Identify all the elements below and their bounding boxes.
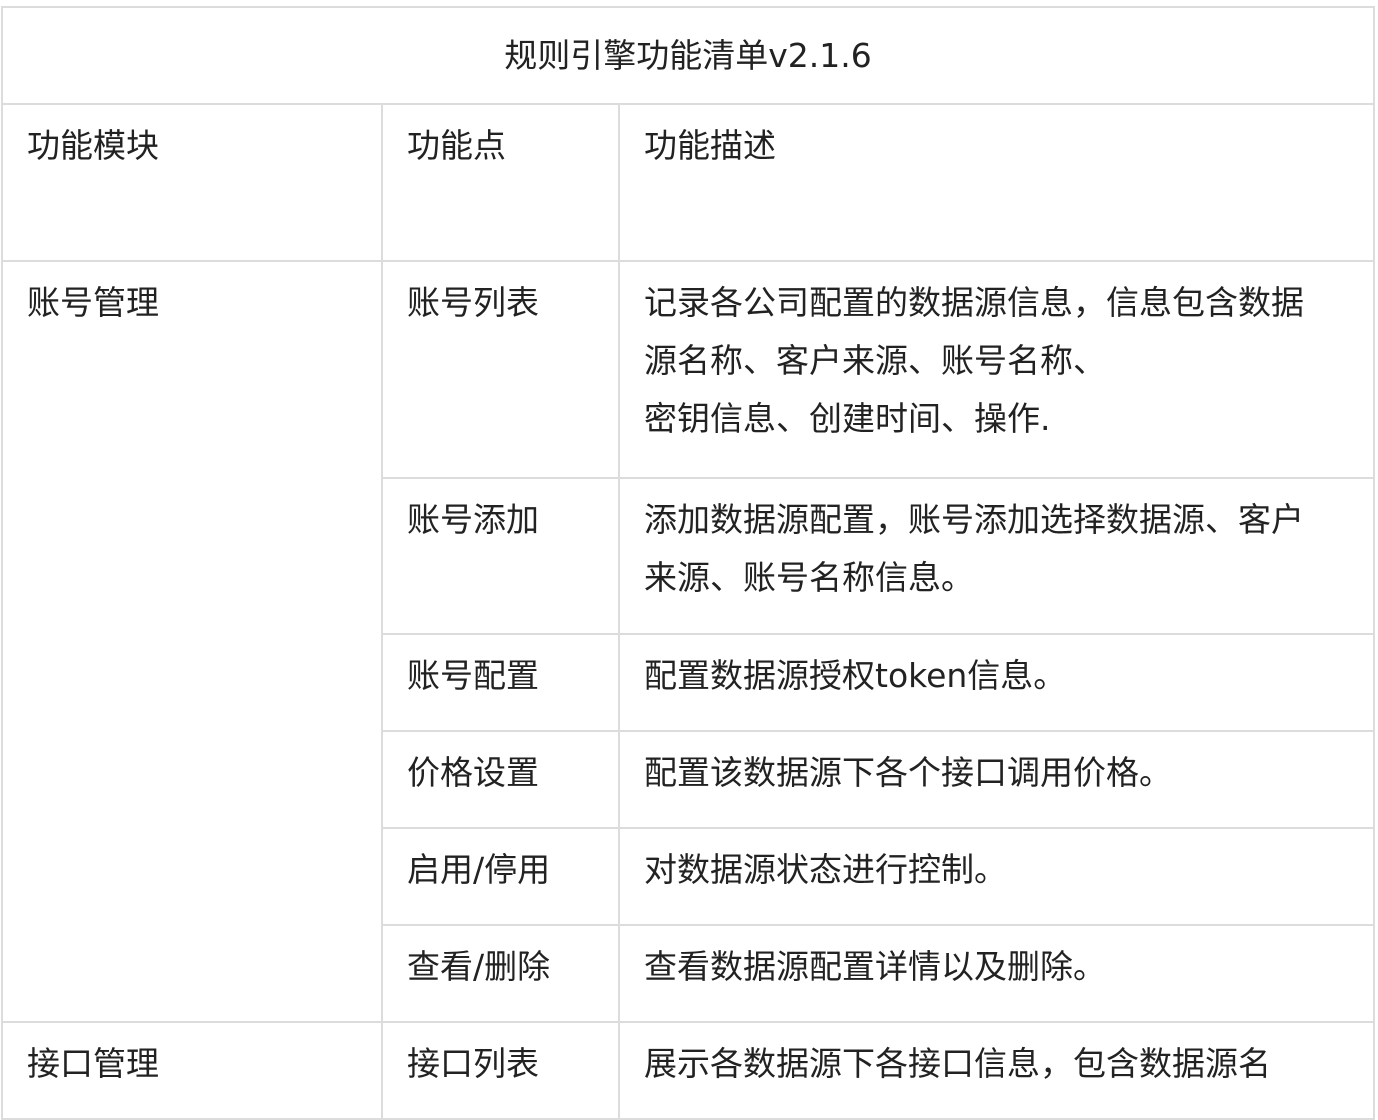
description-cell: 记录各公司配置的数据源信息，信息包含数据 源名称、客户来源、账号名称、 密钥信息… xyxy=(617,260,1376,479)
table-title: 规则引擎功能清单v2.1.6 xyxy=(0,6,1376,105)
description-line: 密钥信息、创建时间、操作. xyxy=(644,399,1051,438)
description-line: 查看数据源配置详情以及删除。 xyxy=(644,947,1106,986)
header-row: 功能模块 功能点 功能描述 xyxy=(1,103,1376,262)
header-feature: 功能点 xyxy=(381,103,620,262)
description-line: 来源、账号名称信息。 xyxy=(644,558,974,597)
description-line: 源名称、客户来源、账号名称、 xyxy=(644,341,1106,380)
description-line: 配置数据源授权token信息。 xyxy=(644,656,1067,695)
header-module: 功能模块 xyxy=(1,103,383,262)
feature-cell: 价格设置 xyxy=(381,730,620,829)
title-row: 规则引擎功能清单v2.1.6 xyxy=(0,6,1376,105)
module-cell-interface: 接口管理 xyxy=(1,1021,383,1120)
description-cell: 展示各数据源下各接口信息，包含数据源名 xyxy=(617,1021,1376,1120)
description-line: 配置该数据源下各个接口调用价格。 xyxy=(644,753,1172,792)
table-row: 接口管理 接口列表 展示各数据源下各接口信息，包含数据源名 xyxy=(1,1021,1376,1120)
header-description: 功能描述 xyxy=(617,103,1376,262)
table-row: 账号管理 账号列表 记录各公司配置的数据源信息，信息包含数据 源名称、客户来源、… xyxy=(1,260,1376,1023)
description-cell: 配置该数据源下各个接口调用价格。 xyxy=(617,730,1376,829)
function-list-table: 规则引擎功能清单v2.1.6 功能模块 功能点 功能描述 账号管理 账号列表 记… xyxy=(0,6,1376,1120)
feature-cell: 账号列表 xyxy=(381,260,620,479)
module-cell-account: 账号管理 xyxy=(1,260,383,1023)
description-line: 记录各公司配置的数据源信息，信息包含数据 xyxy=(644,283,1304,322)
feature-cell: 查看/删除 xyxy=(381,924,620,1023)
feature-cell: 账号添加 xyxy=(381,477,620,635)
description-line: 对数据源状态进行控制。 xyxy=(644,850,1007,889)
feature-cell: 启用/停用 xyxy=(381,827,620,926)
description-line: 展示各数据源下各接口信息，包含数据源名 xyxy=(644,1044,1271,1083)
description-cell: 配置数据源授权token信息。 xyxy=(617,633,1376,732)
feature-cell: 账号配置 xyxy=(381,633,620,732)
description-cell: 查看数据源配置详情以及删除。 xyxy=(617,924,1376,1023)
description-line: 添加数据源配置，账号添加选择数据源、客户 xyxy=(644,500,1304,539)
feature-cell: 接口列表 xyxy=(381,1021,620,1120)
description-cell: 对数据源状态进行控制。 xyxy=(617,827,1376,926)
description-cell: 添加数据源配置，账号添加选择数据源、客户 来源、账号名称信息。 xyxy=(617,477,1376,635)
